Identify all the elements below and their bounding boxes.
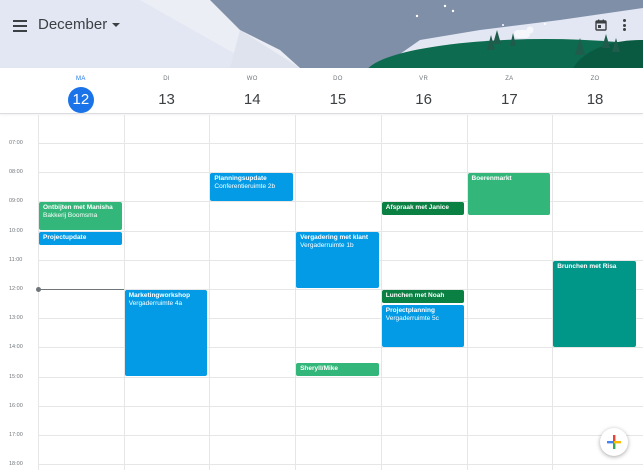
header-banner: December: [0, 0, 643, 68]
calendar-today-icon[interactable]: [595, 19, 607, 31]
calendar-event[interactable]: Sheryll/Mike: [296, 363, 379, 377]
hour-label: 13:00: [9, 315, 23, 322]
date-number: 18: [586, 91, 604, 108]
plus-icon: [607, 435, 621, 449]
hour-label: 16:00: [9, 402, 23, 409]
day-of-week-label: ZO: [590, 76, 600, 82]
day-column-header[interactable]: ZO 18: [552, 68, 638, 114]
hour-label: 17:00: [9, 432, 23, 438]
calendar-event[interactable]: Projectupdate: [39, 231, 122, 245]
hour-label: 09:00: [9, 198, 23, 205]
hour-label: 10:00: [9, 227, 23, 234]
date-number: 14: [243, 91, 261, 108]
hour-label: 11:00: [9, 256, 23, 263]
day-column-divider: [466, 115, 468, 470]
calendar-event[interactable]: Planningsupdate Conferentieruimte 2b: [210, 173, 294, 201]
today-date-number: 12: [67, 87, 94, 113]
day-column-divider: [209, 115, 211, 470]
date-number: 15: [329, 91, 347, 108]
calendar-event[interactable]: Lunchen met Noah: [381, 290, 465, 304]
day-of-week-label: DO: [333, 76, 343, 82]
event-location: Vergaderruimte 4a: [128, 300, 183, 307]
hour-label: 14:00: [9, 344, 23, 351]
event-title: Planningsupdate: [214, 175, 267, 183]
day-column-header[interactable]: VR 16: [381, 68, 467, 114]
day-column-divider: [295, 115, 297, 470]
calendar-event[interactable]: Boerenmarkt: [467, 173, 551, 216]
event-location: Conferentieruimte 2b: [214, 183, 276, 191]
day-of-week-label: DI: [163, 76, 170, 82]
event-location: Vergaderruimte 5c: [385, 314, 439, 322]
day-of-week-label: ZA: [505, 76, 514, 82]
calendar-event[interactable]: Marketingworkshop Vergaderruimte 4a: [124, 290, 208, 377]
day-header-row: MA 12 DI 13 WO 14 DO 15 VR 16 ZA 17 ZO 18: [0, 68, 643, 114]
event-title: Marketingworkshop: [128, 292, 191, 299]
calendar-event[interactable]: Brunchen met Risa: [553, 260, 636, 347]
event-location: Bakkerij Boomsma: [43, 212, 98, 220]
hour-label: 12:00: [9, 286, 23, 292]
create-event-button[interactable]: [600, 428, 628, 456]
event-title: Projectupdate: [43, 233, 87, 241]
hour-label: 08:00: [9, 169, 23, 176]
hour-label: 07:00: [9, 140, 23, 146]
event-location: Vergaderruimte 1b: [300, 241, 354, 249]
current-time-dot: [35, 287, 41, 292]
more-vert-icon[interactable]: [621, 18, 627, 32]
event-title: Sheryll/Mike: [300, 365, 339, 372]
hour-label: 18:00: [9, 461, 23, 468]
event-title: Projectplanning: [385, 306, 435, 314]
date-number: 16: [415, 91, 432, 108]
menu-icon[interactable]: [11, 17, 29, 35]
day-column-header[interactable]: MA 12: [38, 68, 124, 114]
hour-label: 15:00: [9, 373, 23, 380]
current-time-line: [38, 289, 124, 290]
event-title: Ontbijten met Manisha: [43, 204, 113, 212]
month-dropdown[interactable]: December: [38, 16, 121, 33]
event-title: Brunchen met Risa: [557, 262, 617, 270]
day-of-week-label: MA: [76, 76, 86, 82]
winter-scene-illustration: [140, 0, 643, 68]
event-title: Vergadering met klant: [300, 233, 369, 241]
date-number: 13: [158, 91, 175, 108]
day-column-header[interactable]: ZA 17: [467, 68, 553, 114]
day-of-week-label: VR: [419, 76, 429, 82]
event-title: Afspraak met Janice: [385, 204, 450, 212]
month-label: December: [38, 16, 108, 33]
week-time-grid[interactable]: 07:00 08:00 09:00 10:00 11:00 12:00 13:00 14:00…: [0, 115, 643, 470]
event-title: Lunchen met Noah: [385, 292, 445, 299]
day-column-divider: [38, 115, 39, 470]
day-of-week-label: WO: [246, 76, 258, 82]
date-number: 17: [501, 91, 518, 108]
calendar-event[interactable]: Afspraak met Janice: [381, 202, 465, 216]
day-column-header[interactable]: DI 13: [124, 68, 210, 114]
calendar-event[interactable]: Projectplanning Vergaderruimte 5c: [381, 304, 465, 347]
day-column-header[interactable]: DO 15: [295, 68, 381, 114]
day-column-header[interactable]: WO 14: [209, 68, 295, 114]
calendar-event[interactable]: Vergadering met klant Vergaderruimte 1b: [296, 231, 379, 289]
event-title: Boerenmarkt: [471, 175, 512, 183]
calendar-event[interactable]: Ontbijten met Manisha Bakkerij Boomsma: [39, 202, 122, 231]
caret-down-icon: [112, 22, 121, 27]
